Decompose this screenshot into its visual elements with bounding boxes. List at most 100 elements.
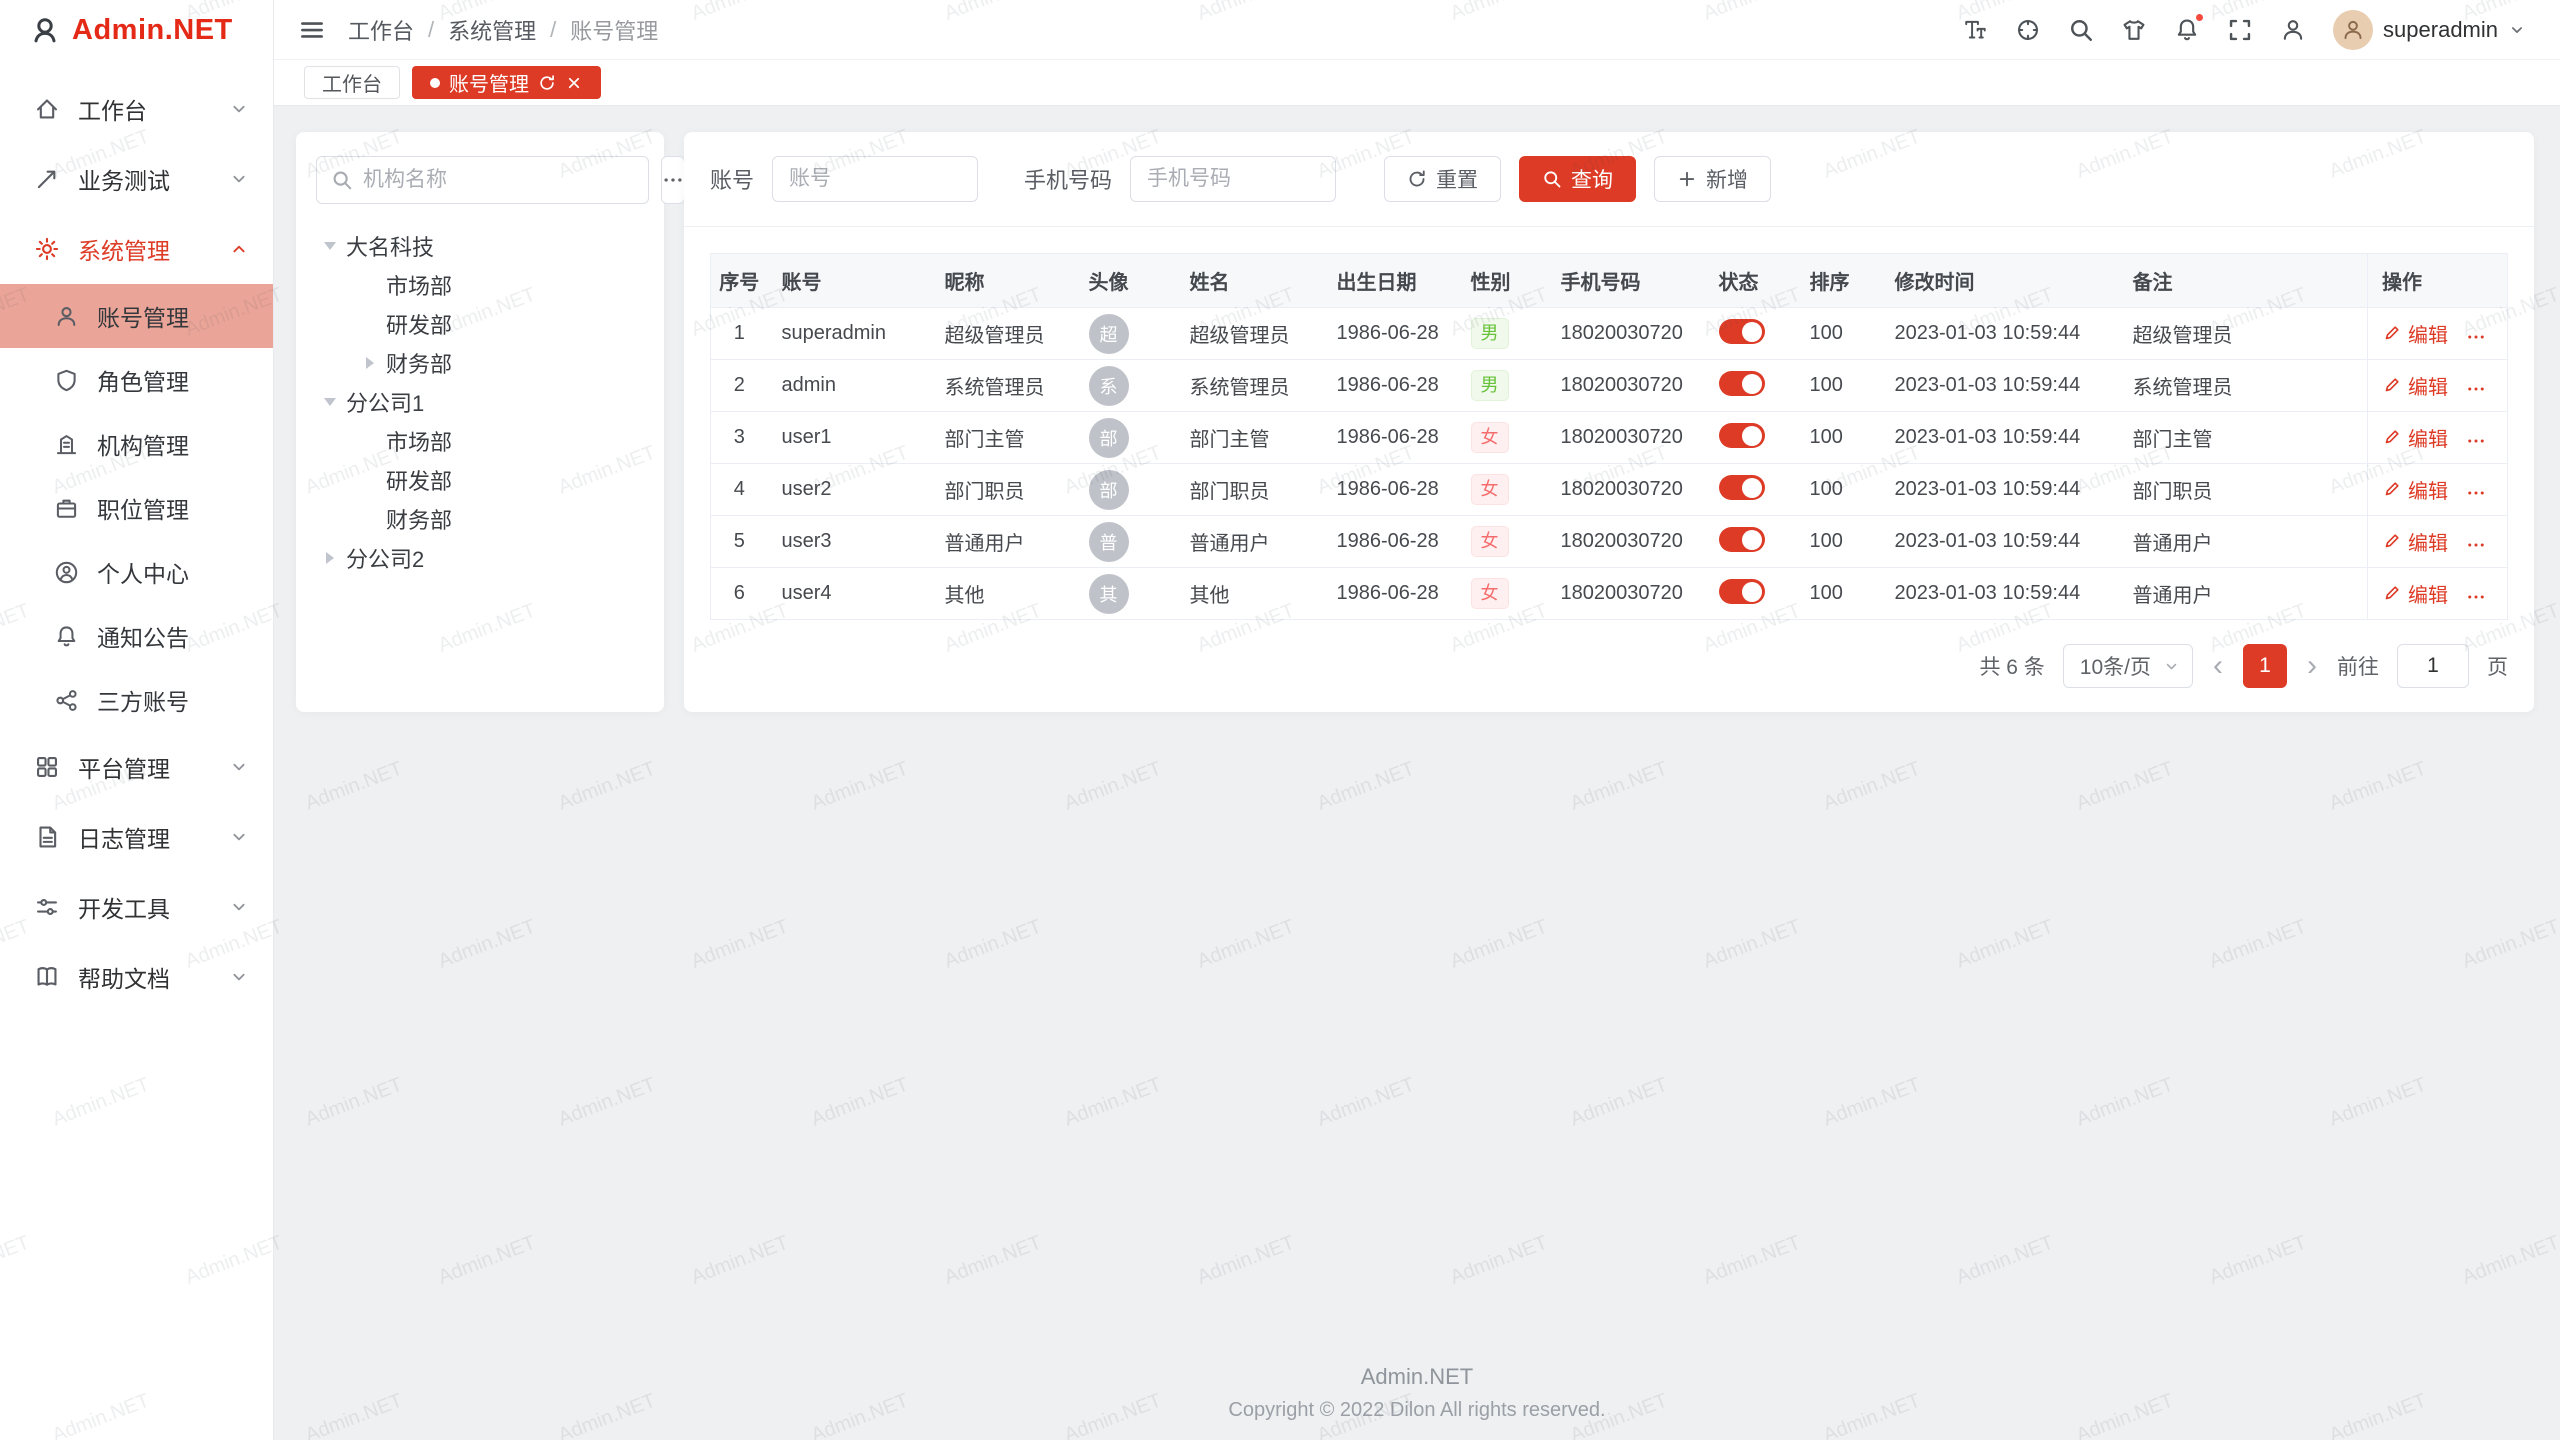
sidebar-item-label: 系统管理 <box>78 232 229 266</box>
sidebar-subitem-2-3[interactable]: 职位管理 <box>0 476 273 540</box>
next-page-button[interactable]: › <box>2305 651 2319 681</box>
tree-node-3[interactable]: 财务部 <box>316 343 644 382</box>
cell-modified-time: 2023-01-03 10:59:44 <box>1881 464 2119 516</box>
edit-button[interactable]: 编辑 <box>2382 527 2448 556</box>
account-filter-input[interactable] <box>772 156 978 202</box>
tree-node-5[interactable]: 市场部 <box>316 421 644 460</box>
status-toggle[interactable] <box>1719 371 1765 396</box>
user-settings-icon[interactable] <box>2280 17 2306 43</box>
sidebar-subitem-2-5[interactable]: 通知公告 <box>0 604 273 668</box>
tree-node-7[interactable]: 财务部 <box>316 499 644 538</box>
prev-page-button[interactable]: ‹ <box>2211 651 2225 681</box>
row-more-button[interactable] <box>2466 535 2490 555</box>
search-icon[interactable] <box>2068 17 2094 43</box>
tree-node-0[interactable]: 大名科技 <box>316 226 644 265</box>
sidebar-item-2[interactable]: 系统管理 <box>0 214 273 284</box>
tree-node-6[interactable]: 研发部 <box>316 460 644 499</box>
cell-modified-time: 2023-01-03 10:59:44 <box>1881 516 2119 568</box>
chevron-down-icon <box>229 897 249 917</box>
phone-filter-input[interactable] <box>1130 156 1336 202</box>
tree-node-1[interactable]: 市场部 <box>316 265 644 304</box>
username: superadmin <box>2383 17 2498 43</box>
app-logo[interactable]: Admin.NET <box>0 0 273 60</box>
sidebar-item-4[interactable]: 日志管理 <box>0 802 273 872</box>
font-size-icon[interactable] <box>1962 17 1988 43</box>
tab-1[interactable]: 账号管理 <box>412 66 601 99</box>
cell-status <box>1705 568 1796 620</box>
status-toggle[interactable] <box>1719 579 1765 604</box>
caret-down-icon[interactable] <box>320 242 340 250</box>
sidebar-subitem-2-1[interactable]: 角色管理 <box>0 348 273 412</box>
caret-down-icon[interactable] <box>320 398 340 406</box>
search-icon <box>1542 169 1562 189</box>
column-header-0: 序号 <box>711 254 768 308</box>
tab-close-icon[interactable] <box>565 74 583 92</box>
breadcrumb-item-2[interactable]: 账号管理 <box>570 14 658 46</box>
user-icon <box>54 304 79 329</box>
guide-icon[interactable] <box>2015 17 2041 43</box>
tree-node-4[interactable]: 分公司1 <box>316 382 644 421</box>
goto-page-input[interactable] <box>2397 644 2469 688</box>
theme-icon[interactable] <box>2121 17 2147 43</box>
menu-collapse-icon[interactable] <box>298 16 326 44</box>
topbar: 工作台/系统管理/账号管理 superadmin <box>274 0 2560 60</box>
tree-node-8[interactable]: 分公司2 <box>316 538 644 577</box>
page-unit-label: 页 <box>2487 651 2508 681</box>
tree-more-button[interactable] <box>661 156 685 204</box>
edit-button[interactable]: 编辑 <box>2382 371 2448 400</box>
tab-active-dot <box>430 78 440 88</box>
cell-nickname: 部门主管 <box>931 412 1075 464</box>
edit-button[interactable]: 编辑 <box>2382 579 2448 608</box>
caret-right-icon[interactable] <box>360 357 380 369</box>
org-search-input[interactable] <box>363 168 634 192</box>
row-more-button[interactable] <box>2466 587 2490 607</box>
status-toggle[interactable] <box>1719 423 1765 448</box>
avatar: 部 <box>1089 418 1129 458</box>
row-more-button[interactable] <box>2466 327 2490 347</box>
page-size-select[interactable]: 10条/页 <box>2063 644 2193 688</box>
cell-avatar: 其 <box>1075 568 1176 620</box>
sidebar-item-1[interactable]: 业务测试 <box>0 144 273 214</box>
edit-button[interactable]: 编辑 <box>2382 423 2448 452</box>
status-toggle[interactable] <box>1719 527 1765 552</box>
edit-button[interactable]: 编辑 <box>2382 475 2448 504</box>
row-more-button[interactable] <box>2466 379 2490 399</box>
tree-node-label: 大名科技 <box>346 230 434 262</box>
cell-status <box>1705 412 1796 464</box>
cell-index: 6 <box>711 568 768 620</box>
breadcrumb-item-1[interactable]: 系统管理 <box>448 14 536 46</box>
sidebar-item-5[interactable]: 开发工具 <box>0 872 273 942</box>
sidebar-item-6[interactable]: 帮助文档 <box>0 942 273 1012</box>
sidebar-subitem-2-0[interactable]: 账号管理 <box>0 284 273 348</box>
notification-icon[interactable] <box>2174 17 2200 43</box>
status-toggle[interactable] <box>1719 319 1765 344</box>
add-button[interactable]: 新增 <box>1654 156 1771 202</box>
caret-right-icon[interactable] <box>320 552 340 564</box>
search-button[interactable]: 查询 <box>1519 156 1636 202</box>
fullscreen-icon[interactable] <box>2227 17 2253 43</box>
cell-modified-time: 2023-01-03 10:59:44 <box>1881 360 2119 412</box>
sidebar-menu: 工作台业务测试系统管理账号管理角色管理机构管理职位管理个人中心通知公告三方账号平… <box>0 60 273 1012</box>
sidebar-subitem-2-4[interactable]: 个人中心 <box>0 540 273 604</box>
user-menu[interactable]: superadmin <box>2333 10 2526 50</box>
row-more-button[interactable] <box>2466 483 2490 503</box>
tab-refresh-icon[interactable] <box>538 74 556 92</box>
accounts-table: 序号账号昵称头像姓名出生日期性别手机号码状态排序修改时间备注操作 1supera… <box>710 253 2508 620</box>
tree-node-2[interactable]: 研发部 <box>316 304 644 343</box>
current-page[interactable]: 1 <box>2243 644 2287 688</box>
edit-button[interactable]: 编辑 <box>2382 319 2448 348</box>
row-more-button[interactable] <box>2466 431 2490 451</box>
cell-birth-date: 1986-06-28 <box>1323 308 1457 360</box>
column-header-5: 出生日期 <box>1323 254 1457 308</box>
breadcrumb-separator: / <box>550 17 556 43</box>
breadcrumb-item-0[interactable]: 工作台 <box>348 14 414 46</box>
sidebar-subitem-2-6[interactable]: 三方账号 <box>0 668 273 732</box>
tab-0[interactable]: 工作台 <box>304 66 400 99</box>
status-toggle[interactable] <box>1719 475 1765 500</box>
reset-button[interactable]: 重置 <box>1384 156 1501 202</box>
sidebar-item-0[interactable]: 工作台 <box>0 74 273 144</box>
cell-account: admin <box>768 360 931 412</box>
sidebar-item-3[interactable]: 平台管理 <box>0 732 273 802</box>
sidebar-subitem-2-2[interactable]: 机构管理 <box>0 412 273 476</box>
cell-phone: 18020030720 <box>1547 516 1705 568</box>
